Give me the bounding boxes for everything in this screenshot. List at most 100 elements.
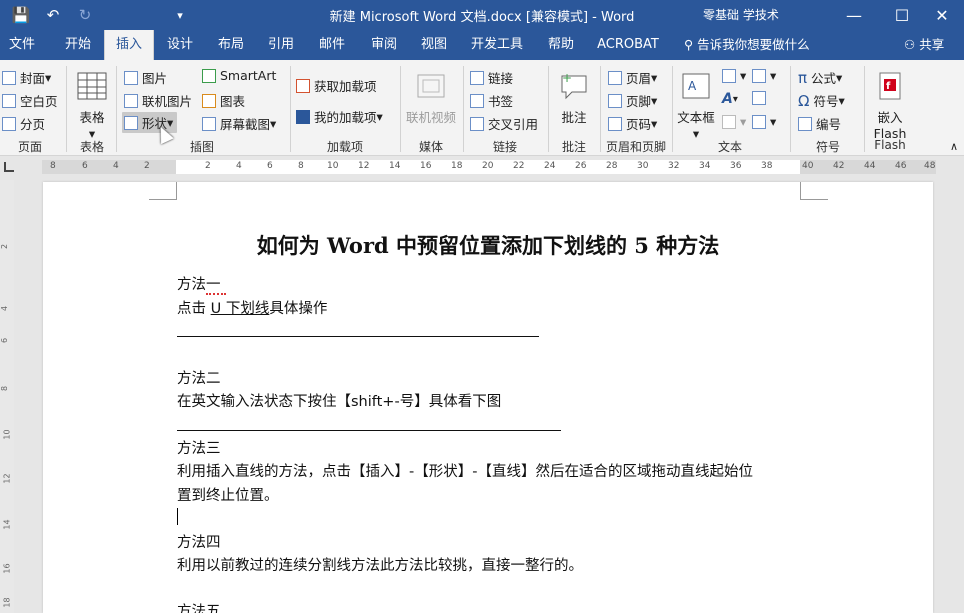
blank-page-icon — [2, 93, 16, 108]
footer-button[interactable]: 页脚 ▾ — [608, 91, 657, 110]
ruler-tick: 28 — [606, 161, 618, 171]
close-button[interactable]: ✕ — [920, 0, 964, 30]
ruler-tick: 12 — [358, 161, 370, 171]
group-label-links: 链接 — [492, 140, 517, 154]
my-addins-button[interactable]: 我的加载项 ▾ — [296, 107, 383, 126]
ruler-tick: 18 — [2, 597, 12, 608]
method-3-heading[interactable]: 方法三 — [177, 437, 221, 458]
page-break-button[interactable]: 分页 — [2, 114, 45, 133]
symbol-button[interactable]: Ω 符号 ▾ — [798, 91, 845, 110]
method-4-heading[interactable]: 方法四 — [177, 531, 221, 552]
horizontal-ruler[interactable]: 8 6 4 2 2 4 6 8 10 12 14 16 18 20 22 24 … — [42, 160, 936, 174]
tab-selector-icon[interactable] — [4, 162, 14, 172]
cover-page-button[interactable]: 封面 ▾ — [2, 68, 51, 87]
smartart-button[interactable]: SmartArt — [202, 68, 276, 83]
customize-quick-access-icon[interactable]: ▾ — [170, 0, 190, 30]
tell-me-search[interactable]: ⚲ 告诉我你想要做什么 — [684, 30, 810, 60]
comment-button[interactable]: + 批注 — [554, 70, 594, 126]
chart-label: 图表 — [220, 94, 246, 109]
chart-button[interactable]: 图表 — [202, 91, 245, 110]
window-title: 新建 Microsoft Word 文档.docx [兼容模式] - Word — [329, 10, 635, 25]
tab-review[interactable]: 审阅 — [360, 30, 408, 60]
ruler-tick: 40 — [802, 161, 814, 171]
cross-reference-button[interactable]: 交叉引用 — [470, 114, 538, 133]
blank-page-button[interactable]: 空白页 — [2, 91, 58, 110]
group-separator — [290, 66, 291, 152]
user-name[interactable]: 零基础 学技术 — [703, 6, 779, 23]
screenshot-button[interactable]: 屏幕截图 ▾ — [202, 114, 276, 133]
footer-icon — [608, 93, 622, 108]
ruler-tick: 10 — [327, 161, 339, 171]
undo-icon[interactable]: ↶ — [40, 0, 66, 30]
group-separator — [672, 66, 673, 152]
table-button[interactable]: 表格 ▾ — [72, 70, 112, 141]
pictures-button[interactable]: 图片 — [124, 68, 167, 87]
svg-text:f: f — [886, 81, 891, 92]
tab-insert[interactable]: 插入 — [104, 30, 154, 60]
method-4-body[interactable]: 利用以前教过的连续分割线方法此方法比较挑，直接一整行的。 — [177, 554, 583, 575]
ruler-tick: 14 — [2, 519, 12, 530]
link-button[interactable]: 链接 — [470, 68, 513, 87]
tab-design[interactable]: 设计 — [156, 30, 204, 60]
online-pictures-button[interactable]: 联机图片 — [124, 91, 192, 110]
method-1-body[interactable]: 点击 U 下划线具体操作 — [177, 297, 327, 318]
minimize-button[interactable]: — — [832, 0, 876, 30]
method-2-body[interactable]: 在英文输入法状态下按住【shift+-号】具体看下图 — [177, 390, 501, 411]
object-button[interactable]: ▾ — [752, 114, 776, 129]
tab-references[interactable]: 引用 — [258, 30, 304, 60]
comment-icon: + — [561, 71, 587, 100]
textbox-button[interactable]: A 文本框 ▾ — [676, 70, 716, 141]
online-video-button[interactable]: 联机视频 — [404, 70, 458, 126]
method-3-body-line2[interactable]: 置到终止位置。 — [177, 484, 279, 505]
header-button[interactable]: 页眉 ▾ — [608, 68, 657, 87]
group-separator — [600, 66, 601, 152]
ruler-tick: 20 — [482, 161, 494, 171]
method-5-heading[interactable]: 方法五 — [177, 600, 221, 613]
ruler-tick: 4 — [236, 161, 242, 171]
tab-help[interactable]: 帮助 — [538, 30, 584, 60]
quick-parts-button[interactable]: ▾ — [722, 68, 746, 83]
tab-acrobat[interactable]: ACROBAT — [594, 30, 662, 60]
restore-button[interactable]: ☐ — [880, 0, 924, 30]
numbering-button[interactable]: 编号 — [798, 114, 841, 133]
drop-cap-button[interactable]: ▾ — [722, 114, 746, 129]
share-button[interactable]: ⚇ 共享 — [904, 30, 944, 60]
bookmark-button[interactable]: 书签 — [470, 91, 513, 110]
header-icon — [608, 70, 622, 85]
page-number-button[interactable]: 页码 ▾ — [608, 114, 657, 133]
ruler-tick: 18 — [451, 161, 463, 171]
tab-developer[interactable]: 开发工具 — [464, 30, 530, 60]
wordart-button[interactable]: A ▾ — [722, 91, 738, 107]
header-label: 页眉 — [626, 71, 652, 86]
document-page[interactable]: 如何为 Word 中预留位置添加下划线的 5 种方法 方法一 点击 U 下划线具… — [43, 182, 933, 613]
tab-file[interactable]: 文件 — [0, 30, 44, 60]
method-2-heading[interactable]: 方法二 — [177, 367, 221, 388]
spelling-squiggle — [206, 292, 226, 295]
ruler-tick: 6 — [267, 161, 273, 171]
tab-home[interactable]: 开始 — [54, 30, 102, 60]
screenshot-label: 屏幕截图 — [220, 117, 271, 132]
underline-rule-1 — [177, 336, 539, 337]
tab-mailings[interactable]: 邮件 — [308, 30, 356, 60]
smartart-icon — [202, 68, 216, 83]
cross-reference-label: 交叉引用 — [488, 117, 539, 132]
redo-icon[interactable]: ↻ — [72, 0, 98, 30]
store-icon — [296, 78, 310, 93]
ruler-tick: 8 — [50, 161, 56, 171]
tab-view[interactable]: 视图 — [410, 30, 458, 60]
save-icon[interactable]: 💾 — [8, 0, 34, 30]
get-addins-button[interactable]: 获取加载项 — [296, 76, 377, 95]
vertical-ruler[interactable]: 2 4 6 8 10 12 14 16 18 — [0, 180, 14, 613]
embed-flash-button[interactable]: f 嵌入 Flash — [870, 70, 910, 141]
signature-line-button[interactable]: ▾ — [752, 68, 776, 83]
collapse-ribbon-icon[interactable]: ∧ — [950, 140, 958, 153]
object-icon — [752, 114, 766, 129]
date-time-button[interactable] — [752, 91, 770, 105]
equation-button[interactable]: π 公式 ▾ — [798, 68, 842, 87]
tab-layout[interactable]: 布局 — [208, 30, 254, 60]
method-1-heading[interactable]: 方法一 — [177, 273, 221, 294]
person-icon: ⚇ — [904, 37, 920, 52]
page-number-label: 页码 — [626, 117, 652, 132]
document-title[interactable]: 如何为 Word 中预留位置添加下划线的 5 种方法 — [43, 230, 933, 260]
method-3-body-line1[interactable]: 利用插入直线的方法，点击【插入】-【形状】-【直线】然后在适合的区域拖动直线起始… — [177, 460, 753, 481]
